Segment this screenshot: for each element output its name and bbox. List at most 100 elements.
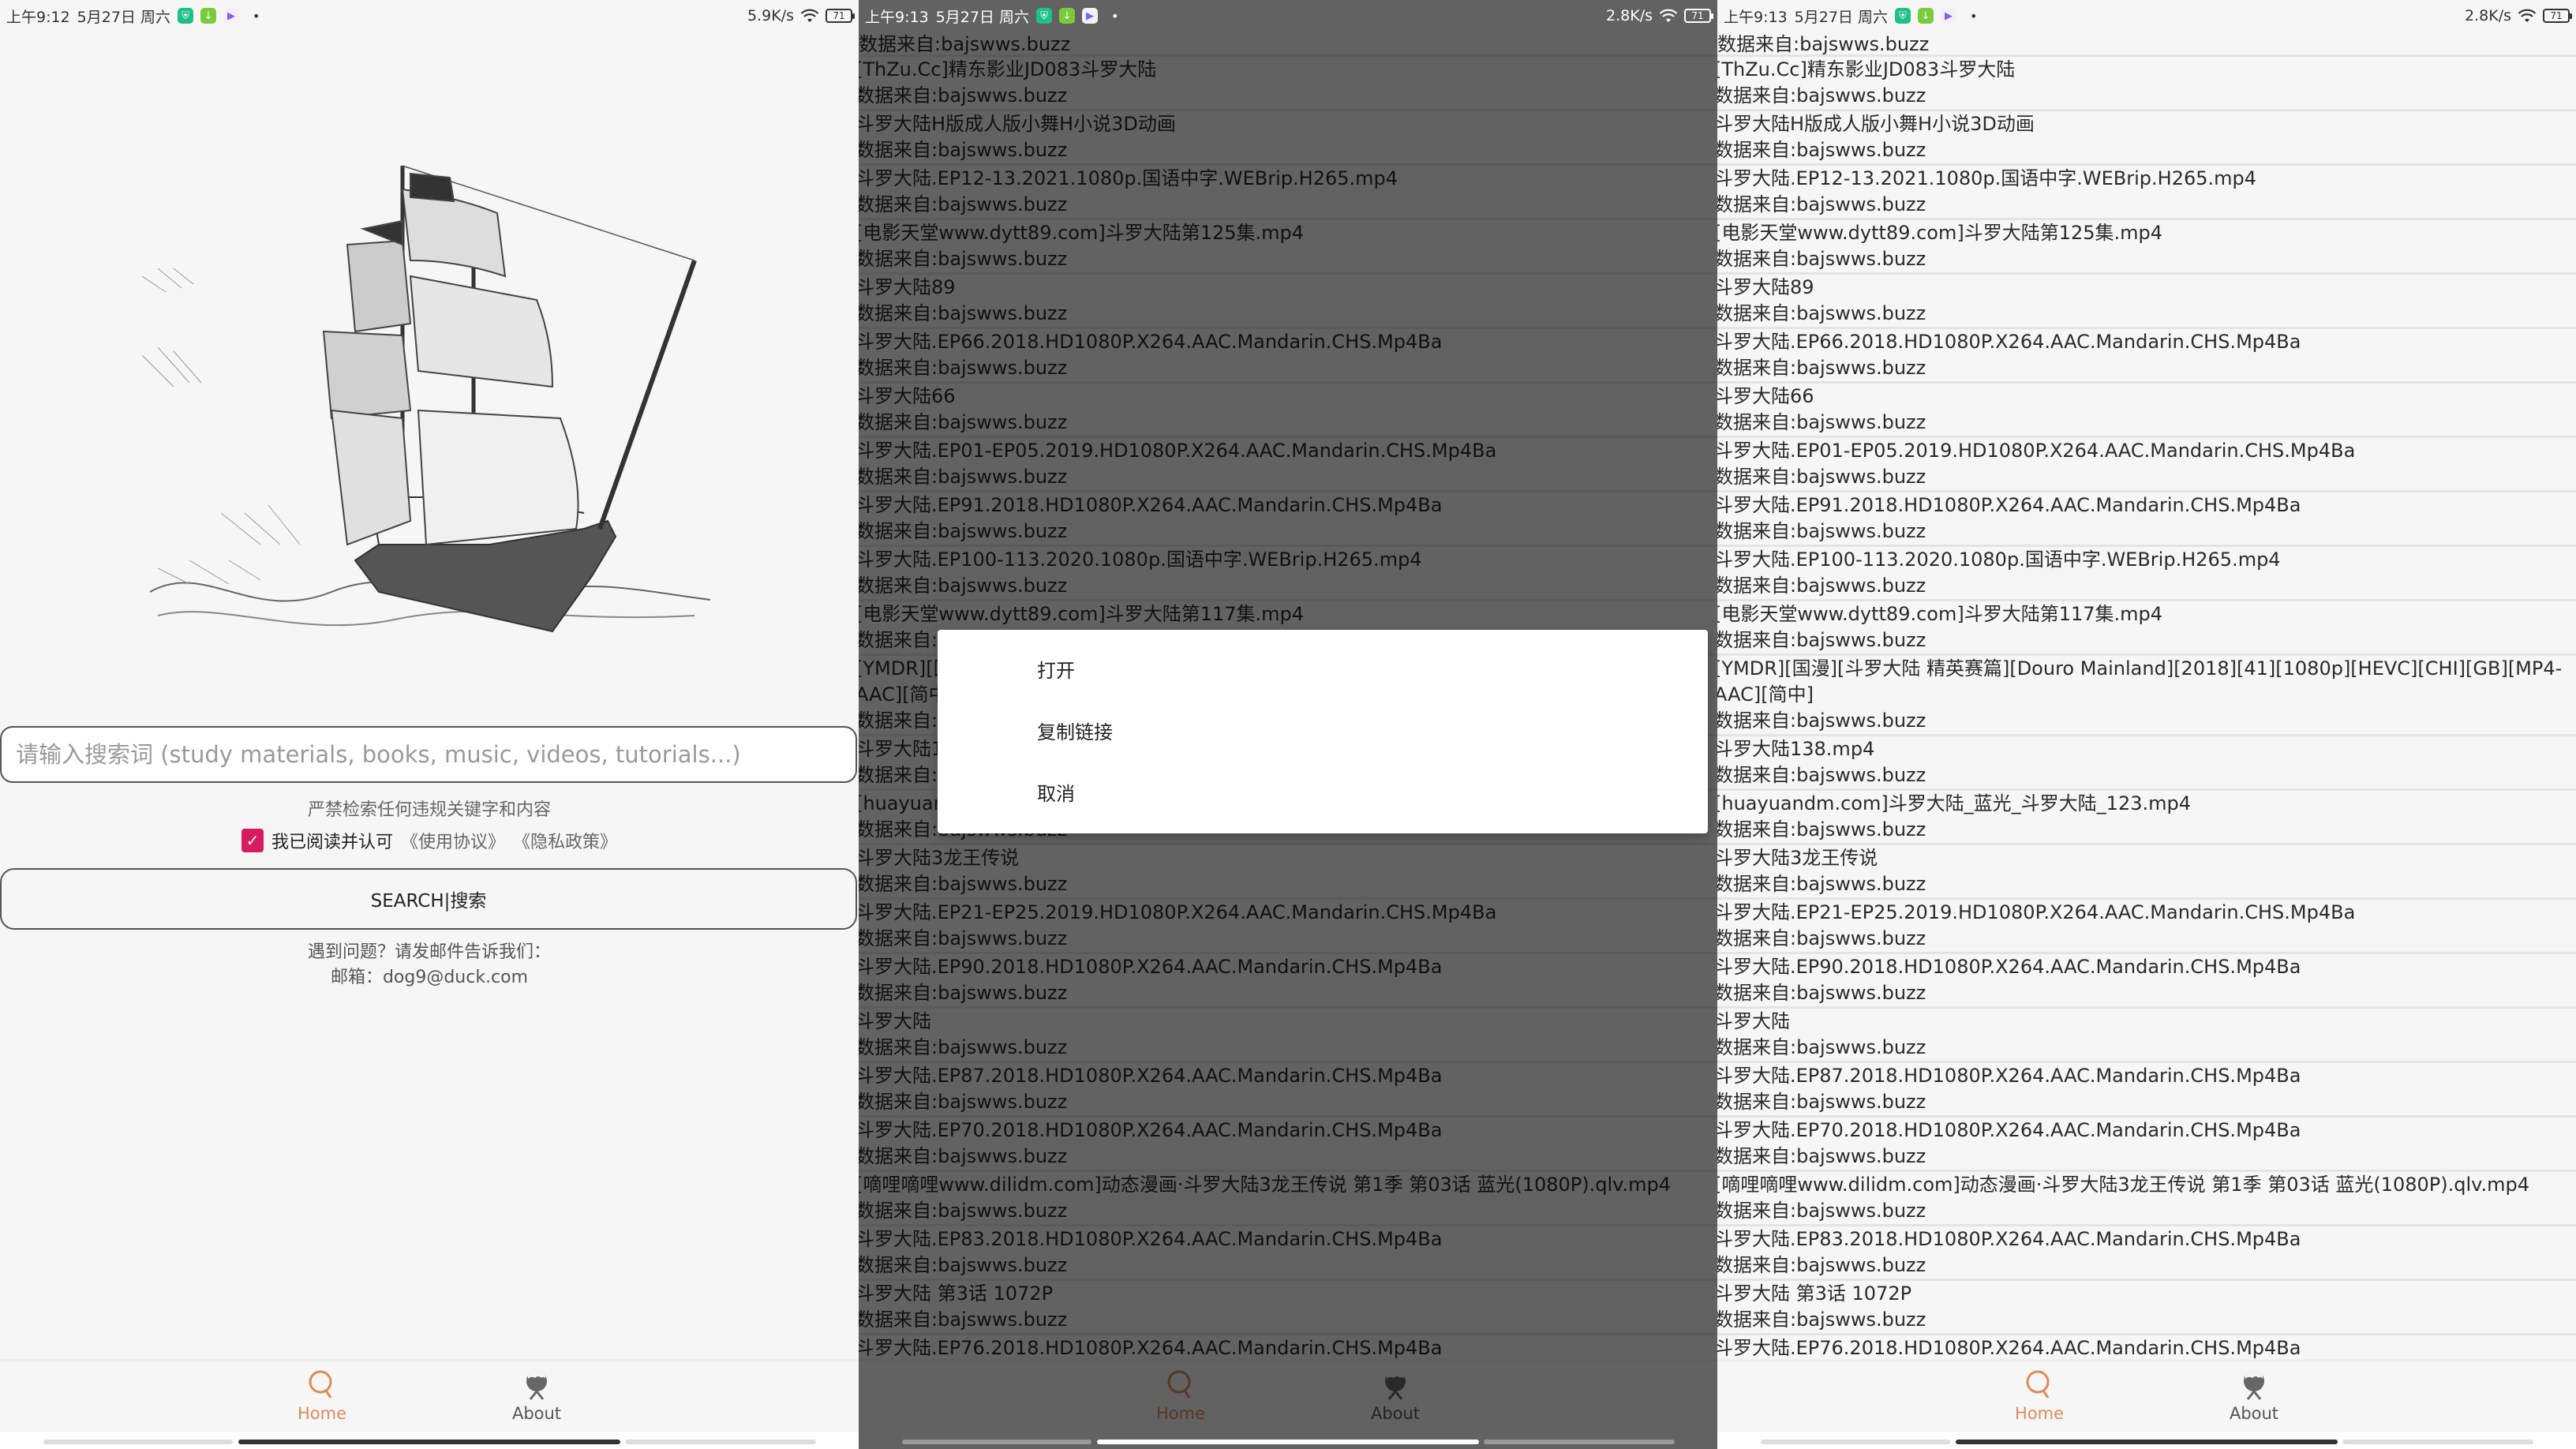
list-item[interactable]: [嘀哩嘀哩www.dilidm.com]动态漫画·斗罗大陆3龙王传说 第1季 第… — [1717, 1172, 2576, 1226]
result-title: [电影天堂www.dytt89.com]斗罗大陆第117集.mp4 — [1717, 603, 2163, 625]
nav-home-label: Home — [297, 1404, 346, 1423]
nav-home[interactable]: Home — [1992, 1368, 2087, 1423]
result-source: 数据来自:bajswws.buzz — [1717, 1200, 1926, 1222]
gesture-bar[interactable] — [1717, 1432, 2576, 1449]
nav-about[interactable]: About — [489, 1368, 584, 1423]
list-item[interactable]: 斗罗大陆.EP100-113.2020.1080p.国语中字.WEBrip.H2… — [1717, 547, 2576, 601]
result-source: 数据来自:bajswws.buzz — [1717, 764, 1926, 786]
result-title: 斗罗大陆.EP87.2018.HD1080P.X264.AAC.Mandarin… — [1717, 1065, 2301, 1087]
result-source: 数据来自:bajswws.buzz — [1717, 302, 1926, 324]
net-speed: 5.9K/s — [747, 7, 794, 24]
play-app-icon: ▶ — [223, 8, 239, 24]
result-title: [huayuandm.com]斗罗大陆_蓝光_斗罗大陆_123.mp4 — [1717, 792, 2192, 814]
result-title: 斗罗大陆 第3话 1072P — [1717, 1282, 1912, 1305]
list-item[interactable]: 斗罗大陆66 数据来自:bajswws.buzz — [1717, 384, 2576, 438]
list-item-partial[interactable]: 数据来自:bajswws.buzz — [1717, 32, 2576, 57]
about-icon — [2244, 1370, 2264, 1400]
privacy-link[interactable]: 《隐私政策》 — [513, 828, 617, 853]
list-item[interactable]: 斗罗大陆138.mp4 数据来自:bajswws.buzz — [1717, 736, 2576, 791]
gesture-bar[interactable] — [859, 1432, 1717, 1449]
list-item[interactable]: [huayuandm.com]斗罗大陆_蓝光_斗罗大陆_123.mp4 数据来自:… — [1717, 791, 2576, 845]
dialog-cancel[interactable]: 取消 — [938, 761, 1708, 822]
nav-home[interactable]: Home — [275, 1368, 369, 1423]
agree-label: 我已阅读并认可 — [271, 833, 393, 852]
agree-checkbox[interactable]: ✓ — [241, 829, 264, 852]
nav-about-label: About — [511, 1404, 562, 1423]
result-source: 数据来自:bajswws.buzz — [1717, 1145, 1926, 1167]
list-item[interactable]: [电影天堂www.dytt89.com]斗罗大陆第117集.mp4 数据来自:ba… — [1717, 601, 2576, 656]
result-title: 斗罗大陆.EP70.2018.HD1080P.X264.AAC.Mandarin… — [1717, 1119, 2301, 1141]
result-source: 数据来自:bajswws.buzz — [1717, 1091, 1926, 1113]
more-notifications-icon: • — [252, 8, 260, 24]
result-source: 数据来自:bajswws.buzz — [1717, 411, 1926, 433]
dialog-open[interactable]: 打开 — [938, 638, 1708, 699]
result-title: 斗罗大陆.EP66.2018.HD1080P.X264.AAC.Mandarin… — [1717, 331, 2301, 353]
list-item[interactable]: [电影天堂www.dytt89.com]斗罗大陆第125集.mp4 数据来自:ba… — [1717, 220, 2576, 275]
result-title: 斗罗大陆.EP90.2018.HD1080P.X264.AAC.Mandarin… — [1717, 956, 2301, 978]
shield-app-icon: ⛨ — [1035, 8, 1052, 24]
checkmark-icon: ✓ — [245, 831, 260, 850]
download-app-icon: ↓ — [200, 8, 216, 24]
list-item[interactable]: 斗罗大陆H版成人版小舞H小说3D动画数据来自:bajswws.buzz — [1717, 111, 2576, 166]
result-title: 斗罗大陆.EP01-EP05.2019.HD1080P.X264.AAC.Man… — [1717, 440, 2356, 462]
nav-home-label: Home — [2014, 1404, 2064, 1423]
list-item[interactable]: 斗罗大陆.EP66.2018.HD1080P.X264.AAC.Mandarin… — [1717, 329, 2576, 384]
result-title: 斗罗大陆H版成人版小舞H小说3D动画 — [1717, 113, 2035, 135]
list-item[interactable]: 斗罗大陆数据来自:bajswws.buzz — [1717, 1009, 2576, 1063]
results-screen: 上午9:13 5月27日 周六 ⛨ ↓ ▶ • 2.8K/s 71 数据来自:b… — [1717, 0, 2576, 1449]
list-item[interactable]: 斗罗大陆.EP83.2018.HD1080P.X264.AAC.Mandarin… — [1717, 1226, 2576, 1281]
list-item[interactable]: 斗罗大陆89 数据来自:bajswws.buzz — [1717, 275, 2576, 329]
list-item[interactable]: 斗罗大陆.EP87.2018.HD1080P.X264.AAC.Mandarin… — [1717, 1063, 2576, 1118]
status-date: 5月27日 周六 — [1794, 8, 1888, 26]
status-time: 上午9:13 — [865, 8, 929, 26]
results-list: 数据来自:bajswws.buzz[ThZu.Cc]精东影业JD083斗罗大陆数… — [1717, 32, 2576, 1390]
search-input[interactable] — [0, 726, 857, 783]
result-title: 斗罗大陆.EP12-13.2021.1080p.国语中字.WEBrip.H265… — [1717, 167, 2257, 189]
net-speed: 2.8K/s — [1606, 7, 1653, 24]
result-source: 数据来自:bajswws.buzz — [1717, 520, 1926, 542]
status-bar: 上午9:12 5月27日 周六 ⛨ ↓ ▶ • 5.9K/s 71 — [0, 0, 859, 32]
more-notifications-icon: • — [1969, 8, 1978, 24]
result-title: 斗罗大陆.EP83.2018.HD1080P.X264.AAC.Mandarin… — [1717, 1228, 2301, 1250]
status-date: 5月27日 周六 — [935, 8, 1029, 26]
result-source: 数据来自:bajswws.buzz — [1717, 1309, 1926, 1331]
play-app-icon: ▶ — [1940, 8, 1956, 24]
result-source: 数据来自:bajswws.buzz — [1717, 982, 1926, 1004]
list-item[interactable]: 斗罗大陆.EP21-EP25.2019.HD1080P.X264.AAC.Man… — [1717, 900, 2576, 954]
list-item[interactable]: [YMDR][国漫][斗罗大陆 精英赛篇][Douro Mainland][20… — [1717, 656, 2576, 736]
result-source: 数据来自:bajswws.buzz — [1717, 1036, 1926, 1058]
status-date: 5月27日 周六 — [77, 8, 170, 26]
about-icon — [526, 1370, 547, 1400]
dialog-copy-link[interactable]: 复制链接 — [938, 699, 1708, 761]
status-time: 上午9:12 — [6, 8, 70, 26]
search-icon — [2026, 1370, 2050, 1398]
result-title: 斗罗大陆.EP100-113.2020.1080p.国语中字.WEBrip.H2… — [1717, 549, 2281, 571]
list-item[interactable]: 斗罗大陆.EP12-13.2021.1080p.国语中字.WEBrip.H265… — [1717, 166, 2576, 220]
agreement-row: ✓ 我已阅读并认可 《使用协议》 《隐私政策》 — [0, 828, 859, 853]
terms-link[interactable]: 《使用协议》 — [401, 828, 505, 853]
result-source: 数据来自:bajswws.buzz — [1717, 818, 1926, 841]
gesture-bar[interactable] — [0, 1432, 859, 1449]
list-item[interactable]: 斗罗大陆.EP90.2018.HD1080P.X264.AAC.Mandarin… — [1717, 954, 2576, 1009]
result-title: 斗罗大陆89 — [1717, 276, 1814, 298]
search-button[interactable]: SEARCH|搜索 — [0, 868, 857, 930]
nav-about[interactable]: About — [2207, 1368, 2301, 1423]
list-item[interactable]: 斗罗大陆3龙王传说数据来自:bajswws.buzz — [1717, 845, 2576, 900]
list-item[interactable]: 斗罗大陆 第3话 1072P 数据来自:bajswws.buzz — [1717, 1281, 2576, 1335]
battery-icon: 71 — [1684, 9, 1713, 23]
status-bar: 上午9:13 5月27日 周六 ⛨ ↓ ▶ • 2.8K/s 71 — [859, 0, 1717, 32]
result-source: 数据来自:bajswws.buzz — [1717, 139, 1926, 161]
result-source: 数据来自:bajswws.buzz — [1717, 927, 1926, 949]
list-item[interactable]: [ThZu.Cc]精东影业JD083斗罗大陆数据来自:bajswws.buzz — [1717, 57, 2576, 111]
shield-app-icon: ⛨ — [177, 8, 193, 24]
list-item[interactable]: 斗罗大陆.EP70.2018.HD1080P.X264.AAC.Mandarin… — [1717, 1118, 2576, 1172]
search-icon — [309, 1370, 332, 1398]
list-item[interactable]: 斗罗大陆.EP01-EP05.2019.HD1080P.X264.AAC.Man… — [1717, 438, 2576, 492]
battery-icon: 71 — [826, 9, 855, 23]
battery-icon: 71 — [2543, 9, 2572, 23]
shield-app-icon: ⛨ — [1894, 8, 1911, 24]
list-item[interactable]: 斗罗大陆.EP91.2018.HD1080P.X264.AAC.Mandarin… — [1717, 492, 2576, 547]
result-source: 数据来自:bajswws.buzz — [1717, 248, 1926, 270]
result-source: 数据来自:bajswws.buzz — [1717, 710, 1926, 732]
result-source: 数据来自:bajswws.buzz — [1717, 629, 1926, 651]
